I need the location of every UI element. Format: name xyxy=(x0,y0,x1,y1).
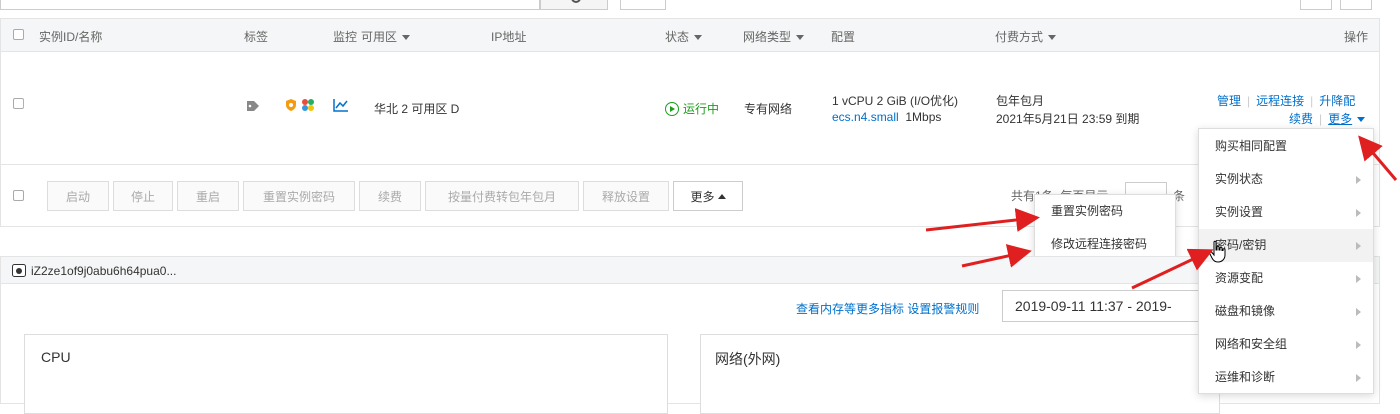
arrow-to-modify-remote xyxy=(961,244,1032,268)
annotation-arrows xyxy=(925,135,1398,290)
arrow-to-reset-password xyxy=(925,208,1040,232)
arrow-to-password-key xyxy=(1131,248,1214,290)
arrow-to-more-link xyxy=(1358,135,1398,181)
